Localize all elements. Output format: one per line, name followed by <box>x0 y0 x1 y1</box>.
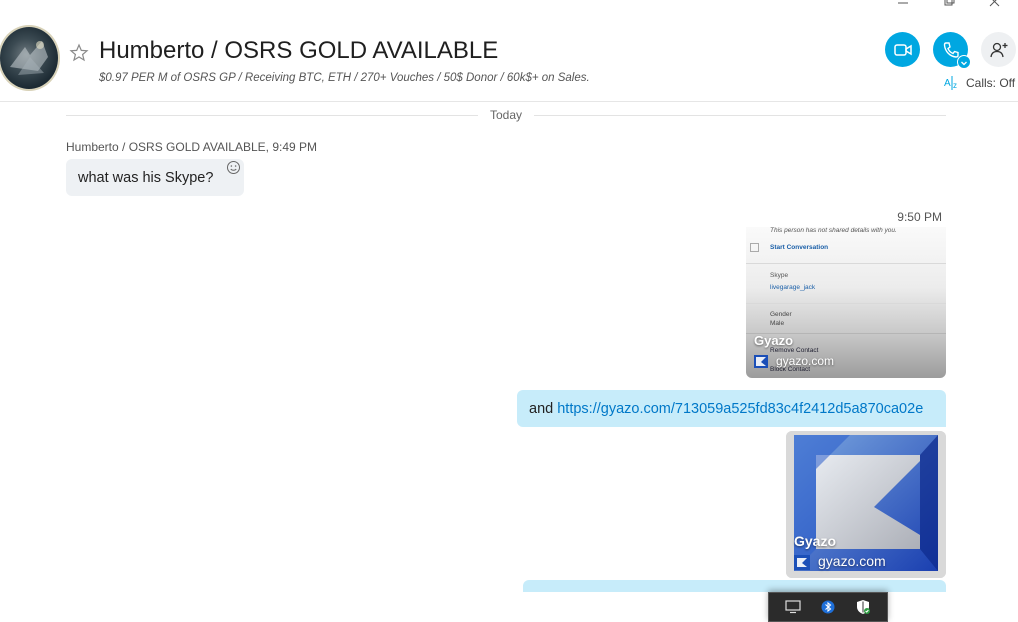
preview-line: This person has not shared details with … <box>770 227 897 234</box>
message-sender-name: Humberto / OSRS GOLD AVAILABLE <box>66 140 266 154</box>
checkbox-icon <box>750 243 759 252</box>
day-separator: Today <box>66 107 946 123</box>
outgoing-message-bubble[interactable]: and https://gyazo.com/713059a525fd83c4f2… <box>517 390 946 427</box>
calls-label: Calls: Off <box>966 76 1016 90</box>
window-controls <box>880 0 1018 14</box>
bluetooth-icon[interactable] <box>818 597 838 617</box>
video-call-icon <box>893 43 912 56</box>
outgoing-message-text: and https://gyazo.com/713059a525fd83c4f2… <box>529 401 923 417</box>
gyazo-domain: gyazo.com <box>818 553 886 569</box>
system-tray-popup <box>768 592 888 622</box>
message-time: 9:49 PM <box>272 140 318 154</box>
contact-avatar[interactable] <box>0 27 58 89</box>
audio-call-icon <box>943 41 959 58</box>
outgoing-message-bubble-partial[interactable] <box>523 580 946 592</box>
svg-text:z: z <box>953 81 957 90</box>
call-options-chevron-icon[interactable] <box>957 55 971 69</box>
svg-text:A: A <box>944 78 951 89</box>
message-text: what was his Skype? <box>78 170 214 186</box>
conversation-mood-message: $0.97 PER M of OSRS GP / Receiving BTC, … <box>99 72 590 84</box>
video-call-button[interactable] <box>885 32 920 67</box>
screenshot-preview-image[interactable]: This person has not shared details with … <box>746 227 946 378</box>
close-icon[interactable] <box>972 0 1018 14</box>
preview-line: livegarage_jack <box>770 284 816 291</box>
calls-status[interactable]: A z Calls: Off <box>944 76 1015 90</box>
preview-line: Male <box>770 320 785 327</box>
outgoing-time: 9:50 PM <box>897 210 942 224</box>
restore-icon[interactable] <box>926 0 972 14</box>
gyazo-domain: gyazo.com <box>776 354 835 368</box>
gyazo-link[interactable]: https://gyazo.com/713059a525fd83c4f2412d… <box>557 401 923 417</box>
message-sender-line: Humberto / OSRS GOLD AVAILABLE, 9:49 PM <box>66 140 317 154</box>
minimize-icon[interactable] <box>880 0 926 14</box>
preview-line: Skype <box>770 272 789 279</box>
add-people-icon <box>989 42 1007 57</box>
security-shield-icon[interactable] <box>853 597 873 617</box>
preview-line: Gender <box>770 311 792 318</box>
gyazo-logo-icon <box>754 355 768 368</box>
smiley-reaction-icon[interactable] <box>226 160 241 175</box>
preview-line: Start Conversation <box>770 244 829 251</box>
gyazo-brand: Gyazo <box>754 333 794 348</box>
conversation-title[interactable]: Humberto / OSRS GOLD AVAILABLE <box>99 37 498 65</box>
gyazo-brand: Gyazo <box>794 533 837 549</box>
outgoing-text-prefix: and <box>529 401 558 417</box>
gyazo-logo-icon <box>794 555 810 570</box>
add-people-button[interactable] <box>981 32 1016 67</box>
header-divider <box>0 101 1018 102</box>
day-label: Today <box>489 108 523 122</box>
network-icon[interactable] <box>783 597 803 617</box>
link-preview-image[interactable]: Gyazo gyazo.com <box>786 431 946 578</box>
preview-rule <box>746 263 946 264</box>
incoming-message-bubble[interactable]: what was his Skype? <box>66 159 244 196</box>
translate-icon: A z <box>944 76 957 90</box>
favorite-star-icon[interactable] <box>69 43 89 63</box>
preview-line: Remove Contact <box>770 347 819 354</box>
preview-rule <box>746 303 946 304</box>
